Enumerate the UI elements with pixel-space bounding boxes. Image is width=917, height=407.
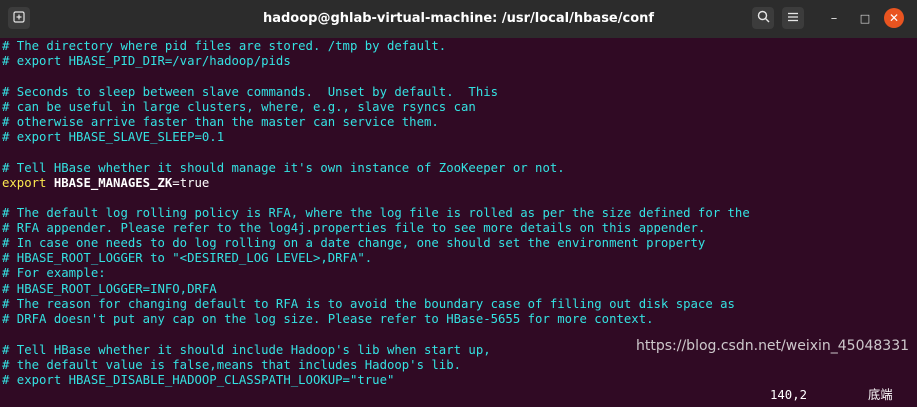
file-line: # Seconds to sleep between slave command… [2,85,499,99]
terminal-window: hadoop@ghlab-virtual-machine: /usr/local… [0,0,917,407]
watermark-url: https://blog.csdn.net/weixin_45048331 [636,338,910,354]
close-icon: ✕ [888,11,900,25]
file-line: # export HBASE_PID_DIR=/var/hadoop/pids [2,54,291,68]
file-line: # Tell HBase whether it should manage it… [2,161,565,175]
search-button[interactable] [752,7,774,29]
menu-button[interactable] [782,7,804,29]
file-line: # For example: [2,266,106,280]
new-tab-icon [13,10,25,26]
export-variable: HBASE_MANAGES_ZK [53,176,173,190]
minimize-button[interactable]: – [823,7,845,29]
export-line: export HBASE_MANAGES_ZK=true [2,176,209,191]
file-line: # the default value is false,means that … [2,358,462,372]
cursor-position: 140,2 [770,388,808,402]
new-tab-button[interactable] [8,7,30,29]
file-line: # The default log rolling policy is RFA,… [2,206,750,220]
hamburger-menu-icon [787,11,799,25]
maximize-icon: □ [859,11,871,25]
close-button[interactable]: ✕ [884,8,904,28]
scroll-location: 底端 [868,388,893,402]
minimize-icon: – [830,10,838,26]
file-line: # The reason for changing default to RFA… [2,297,735,311]
file-line: # export HBASE_DISABLE_HADOOP_CLASSPATH_… [2,373,395,387]
file-line: # HBASE_ROOT_LOGGER=INFO,DRFA [2,282,217,296]
file-line: # can be useful in large clusters, where… [2,100,476,114]
export-keyword: export [2,176,47,190]
search-icon [757,10,770,26]
file-line: # In case one needs to do log rolling on… [2,236,706,250]
file-line: # The directory where pid files are stor… [2,39,447,53]
title-bar: hadoop@ghlab-virtual-machine: /usr/local… [0,0,917,39]
file-line: # otherwise arrive faster than the maste… [2,115,439,129]
maximize-button[interactable]: □ [854,7,876,29]
file-line: # export HBASE_SLAVE_SLEEP=0.1 [2,130,225,144]
export-value: =true [172,176,210,190]
file-line: # RFA appender. Please refer to the log4… [2,221,706,235]
window-title: hadoop@ghlab-virtual-machine: /usr/local… [262,11,655,26]
file-line: # HBASE_ROOT_LOGGER to "<DESIRED_LOG LEV… [2,251,373,265]
file-line: # DRFA doesn't put any cap on the log si… [2,312,654,326]
file-line: # Tell HBase whether it should include H… [2,343,491,357]
